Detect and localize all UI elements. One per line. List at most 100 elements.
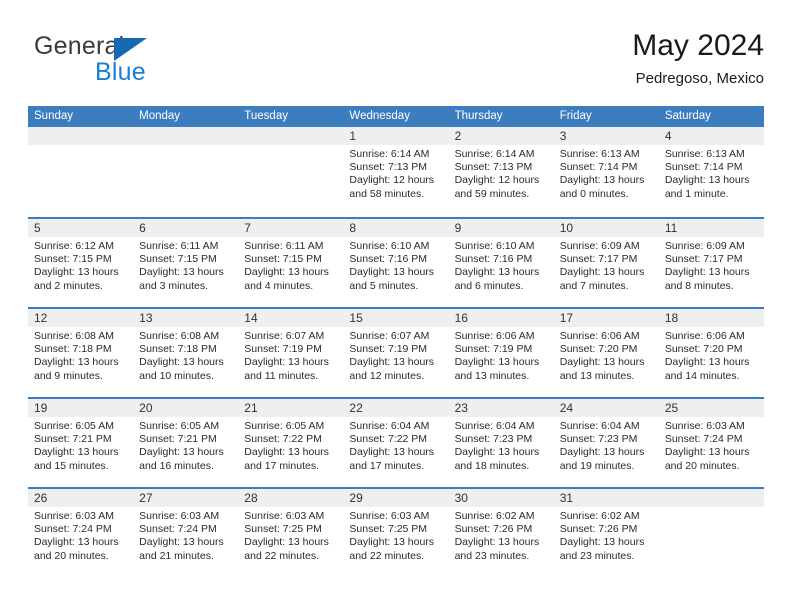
sunset-text: Sunset: 7:24 PM bbox=[34, 523, 112, 536]
day-number: 17 bbox=[559, 311, 574, 325]
sunrise-text: Sunrise: 6:07 AM bbox=[244, 330, 325, 342]
calendar-day-cell[interactable]: 5 Sunrise: 6:12 AM Sunset: 7:15 PM Daylight… bbox=[28, 219, 133, 307]
calendar-day-cell[interactable]: 31 Sunrise: 6:02 AM Sunset: 7:26 PM Dayligh… bbox=[554, 489, 659, 577]
sunset-text: Sunset: 7:24 PM bbox=[139, 523, 217, 536]
calendar-day-cell[interactable]: 8 Sunrise: 6:10 AM Sunset: 7:16 PM Daylight… bbox=[343, 219, 448, 307]
logo-text-blue: Blue bbox=[95, 58, 146, 86]
calendar-day-cell[interactable]: 28 Sunrise: 6:03 AM Sunset: 7:25 PM Dayligh… bbox=[238, 489, 343, 577]
calendar-day-cell[interactable]: 6 Sunrise: 6:11 AM Sunset: 7:15 PM Daylight… bbox=[133, 219, 238, 307]
calendar-day-cell[interactable]: 27 Sunrise: 6:03 AM Sunset: 7:24 PM Dayligh… bbox=[133, 489, 238, 577]
sunset-text: Sunset: 7:15 PM bbox=[34, 253, 112, 266]
day-number: 1 bbox=[349, 129, 357, 143]
calendar-day-cell[interactable]: 15 Sunrise: 6:07 AM Sunset: 7:19 PM Dayligh… bbox=[343, 309, 448, 397]
day-sun-info: Sunrise: 6:10 AM Sunset: 7:16 PM Daylight:… bbox=[455, 240, 548, 293]
sunset-text: Sunset: 7:17 PM bbox=[664, 253, 743, 266]
calendar-day-cell[interactable]: 4 Sunrise: 6:13 AM Sunset: 7:14 PM Daylight… bbox=[659, 127, 764, 217]
general-blue-logo[interactable]: General Blue bbox=[34, 32, 254, 94]
sunrise-text: Sunrise: 6:02 AM bbox=[559, 510, 640, 522]
day-sun-info: Sunrise: 6:14 AM Sunset: 7:13 PM Daylight:… bbox=[349, 148, 442, 201]
daylight-text-line1: Daylight: 13 hours bbox=[559, 356, 645, 369]
daylight-text-line2: and 1 minute. bbox=[664, 187, 729, 200]
sunrise-text: Sunrise: 6:03 AM bbox=[664, 420, 745, 432]
day-sun-info: Sunrise: 6:05 AM Sunset: 7:21 PM Daylight:… bbox=[34, 420, 127, 473]
sunset-text: Sunset: 7:18 PM bbox=[139, 343, 217, 356]
day-sun-info: Sunrise: 6:04 AM Sunset: 7:23 PM Daylight:… bbox=[455, 420, 548, 473]
calendar-day-cell[interactable]: 10 Sunrise: 6:09 AM Sunset: 7:17 PM Dayligh… bbox=[554, 219, 659, 307]
calendar-day-cell[interactable]: 30 Sunrise: 6:02 AM Sunset: 7:26 PM Dayligh… bbox=[449, 489, 554, 577]
calendar-day-cell[interactable]: 12 Sunrise: 6:08 AM Sunset: 7:18 PM Dayligh… bbox=[28, 309, 133, 397]
sunrise-text: Sunrise: 6:06 AM bbox=[664, 330, 745, 342]
daylight-text-line1: Daylight: 13 hours bbox=[139, 536, 224, 549]
weekday-header-wednesday: Wednesday bbox=[349, 110, 410, 122]
weekday-header-row: Sunday Monday Tuesday Wednesday Thursday Frid… bbox=[28, 106, 764, 127]
calendar-day-cell-empty bbox=[659, 489, 764, 577]
day-sun-info: Sunrise: 6:04 AM Sunset: 7:22 PM Daylight:… bbox=[349, 420, 442, 473]
sunset-text: Sunset: 7:13 PM bbox=[454, 161, 533, 174]
day-sun-info: Sunrise: 6:03 AM Sunset: 7:24 PM Daylight:… bbox=[139, 510, 232, 563]
title-block: May 2024 Pedregoso, Mexico bbox=[632, 28, 764, 90]
daylight-text-line1: Daylight: 13 hours bbox=[454, 446, 540, 459]
calendar-day-cell[interactable]: 18 Sunrise: 6:06 AM Sunset: 7:20 PM Dayligh… bbox=[659, 309, 764, 397]
day-number: 4 bbox=[664, 129, 672, 143]
daylight-text-line2: and 19 minutes. bbox=[559, 459, 635, 472]
daylight-text-line1: Daylight: 13 hours bbox=[244, 266, 329, 279]
daylight-text-line2: and 4 minutes. bbox=[244, 279, 314, 292]
day-sun-info: Sunrise: 6:14 AM Sunset: 7:13 PM Daylight:… bbox=[455, 148, 548, 201]
calendar-day-cell[interactable]: 14 Sunrise: 6:07 AM Sunset: 7:19 PM Dayligh… bbox=[238, 309, 343, 397]
sunset-text: Sunset: 7:23 PM bbox=[559, 433, 638, 446]
day-number: 25 bbox=[664, 401, 679, 415]
calendar-day-cell[interactable]: 25 Sunrise: 6:03 AM Sunset: 7:24 PM Dayligh… bbox=[659, 399, 764, 487]
day-sun-info: Sunrise: 6:08 AM Sunset: 7:18 PM Daylight:… bbox=[34, 330, 127, 383]
sunrise-text: Sunrise: 6:06 AM bbox=[559, 330, 640, 342]
day-number: 22 bbox=[349, 401, 363, 415]
calendar-day-cell[interactable]: 7 Sunrise: 6:11 AM Sunset: 7:15 PM Daylight… bbox=[238, 219, 343, 307]
day-number: 18 bbox=[664, 311, 679, 325]
sunset-text: Sunset: 7:18 PM bbox=[34, 343, 112, 356]
daylight-text-line2: and 21 minutes. bbox=[139, 549, 214, 562]
sunset-text: Sunset: 7:14 PM bbox=[664, 161, 743, 174]
daylight-text-line1: Daylight: 13 hours bbox=[559, 536, 645, 549]
daylight-text-line2: and 5 minutes. bbox=[349, 279, 419, 292]
calendar-day-cell[interactable]: 23 Sunrise: 6:04 AM Sunset: 7:23 PM Dayligh… bbox=[449, 399, 554, 487]
day-number: 16 bbox=[454, 311, 468, 325]
daylight-text-line1: Daylight: 13 hours bbox=[34, 446, 119, 459]
sunrise-text: Sunrise: 6:08 AM bbox=[139, 330, 220, 342]
calendar-day-cell[interactable]: 24 Sunrise: 6:04 AM Sunset: 7:23 PM Dayligh… bbox=[554, 399, 659, 487]
day-sun-info: Sunrise: 6:03 AM Sunset: 7:24 PM Daylight:… bbox=[665, 420, 758, 473]
calendar-day-cell[interactable]: 26 Sunrise: 6:03 AM Sunset: 7:24 PM Dayligh… bbox=[28, 489, 133, 577]
sunset-text: Sunset: 7:16 PM bbox=[349, 253, 428, 266]
day-sun-info: Sunrise: 6:06 AM Sunset: 7:20 PM Daylight:… bbox=[560, 330, 653, 383]
calendar-day-cell[interactable]: 21 Sunrise: 6:05 AM Sunset: 7:22 PM Dayligh… bbox=[238, 399, 343, 487]
sunset-text: Sunset: 7:14 PM bbox=[559, 161, 638, 174]
calendar-day-cell[interactable]: 1 Sunrise: 6:14 AM Sunset: 7:13 PM Daylight… bbox=[343, 127, 448, 217]
calendar-day-cell[interactable]: 3 Sunrise: 6:13 AM Sunset: 7:14 PM Daylight… bbox=[554, 127, 659, 217]
week-day-cells: 5 Sunrise: 6:12 AM Sunset: 7:15 PM Daylight… bbox=[28, 219, 764, 307]
day-sun-info: Sunrise: 6:06 AM Sunset: 7:20 PM Daylight:… bbox=[665, 330, 758, 383]
calendar-day-cell[interactable]: 13 Sunrise: 6:08 AM Sunset: 7:18 PM Dayligh… bbox=[133, 309, 238, 397]
day-number: 12 bbox=[34, 311, 48, 325]
daylight-text-line1: Daylight: 12 hours bbox=[349, 174, 435, 187]
calendar-day-cell[interactable]: 9 Sunrise: 6:10 AM Sunset: 7:16 PM Daylight… bbox=[449, 219, 554, 307]
calendar-day-cell[interactable]: 11 Sunrise: 6:09 AM Sunset: 7:17 PM Dayligh… bbox=[659, 219, 764, 307]
calendar-day-cell[interactable]: 20 Sunrise: 6:05 AM Sunset: 7:21 PM Dayligh… bbox=[133, 399, 238, 487]
calendar-day-cell[interactable]: 2 Sunrise: 6:14 AM Sunset: 7:13 PM Daylight… bbox=[449, 127, 554, 217]
daylight-text-line2: and 16 minutes. bbox=[139, 459, 214, 472]
daylight-text-line2: and 13 minutes. bbox=[454, 369, 530, 382]
page-header: General Blue May 2024 Pedregoso, Mexico bbox=[28, 28, 764, 98]
daylight-text-line2: and 58 minutes. bbox=[349, 187, 425, 200]
calendar-day-cell[interactable]: 17 Sunrise: 6:06 AM Sunset: 7:20 PM Dayligh… bbox=[554, 309, 659, 397]
week-day-cells: 26 Sunrise: 6:03 AM Sunset: 7:24 PM Dayligh… bbox=[28, 489, 764, 577]
calendar-weeks: 1 Sunrise: 6:14 AM Sunset: 7:13 PM Daylight… bbox=[28, 127, 764, 577]
calendar-day-cell[interactable]: 29 Sunrise: 6:03 AM Sunset: 7:25 PM Dayligh… bbox=[343, 489, 448, 577]
sunrise-text: Sunrise: 6:14 AM bbox=[349, 148, 430, 160]
sunrise-text: Sunrise: 6:03 AM bbox=[349, 510, 430, 522]
daylight-text-line2: and 2 minutes. bbox=[34, 279, 103, 292]
day-number: 19 bbox=[34, 401, 48, 415]
sunrise-text: Sunrise: 6:05 AM bbox=[244, 420, 325, 432]
calendar-day-cell[interactable]: 16 Sunrise: 6:06 AM Sunset: 7:19 PM Dayligh… bbox=[449, 309, 554, 397]
day-number: 9 bbox=[454, 221, 462, 235]
day-sun-info: Sunrise: 6:05 AM Sunset: 7:21 PM Daylight:… bbox=[139, 420, 232, 473]
calendar-day-cell[interactable]: 22 Sunrise: 6:04 AM Sunset: 7:22 PM Dayligh… bbox=[343, 399, 448, 487]
calendar-day-cell[interactable]: 19 Sunrise: 6:05 AM Sunset: 7:21 PM Dayligh… bbox=[28, 399, 133, 487]
daylight-text-line2: and 15 minutes. bbox=[34, 459, 109, 472]
